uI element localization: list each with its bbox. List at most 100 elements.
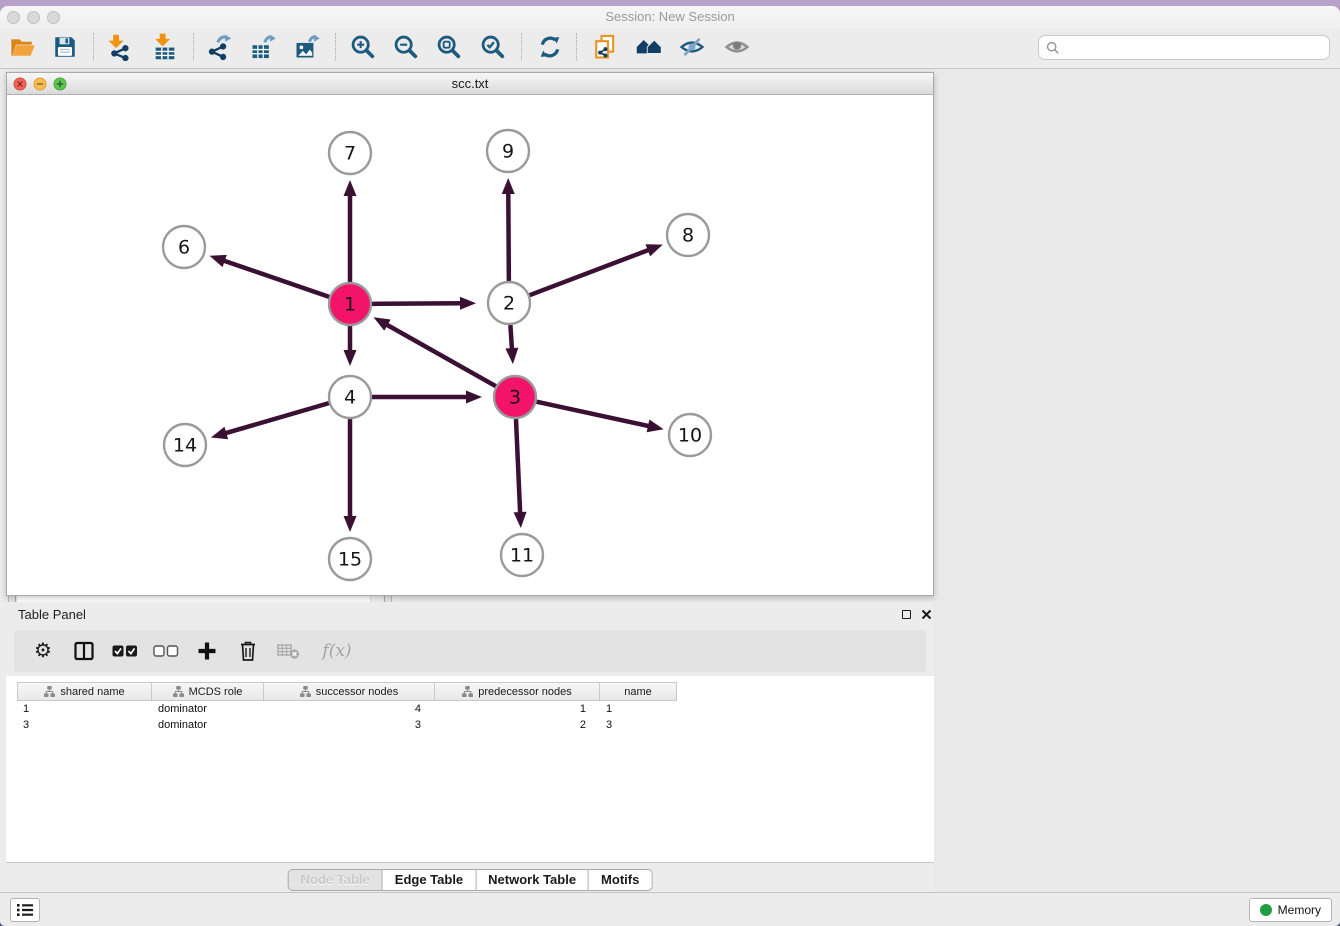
graph-node-7[interactable]: 7 <box>329 132 371 174</box>
search-field[interactable] <box>1038 35 1330 60</box>
hide-selected-icon[interactable] <box>677 32 707 62</box>
graph-edge-4-14[interactable] <box>223 403 328 434</box>
column-header-successor-nodes[interactable]: successor nodes <box>264 682 435 701</box>
graph-node-4[interactable]: 4 <box>329 376 371 418</box>
column-header-shared-name[interactable]: shared name <box>17 682 152 701</box>
table-cell[interactable]: 1 <box>435 701 600 717</box>
svg-text:11: 11 <box>510 545 534 567</box>
import-network-icon[interactable] <box>104 32 134 62</box>
tab-edge-table[interactable]: Edge Table <box>383 869 476 891</box>
main-titlebar: Session: New Session <box>0 6 1340 28</box>
graph-node-10[interactable]: 10 <box>669 414 711 456</box>
table-cell[interactable]: 3 <box>17 717 152 733</box>
toggle-columns-icon[interactable] <box>71 638 97 664</box>
zoom-fit-icon[interactable] <box>434 32 464 62</box>
export-table-icon[interactable] <box>248 32 278 62</box>
column-header-name[interactable]: name <box>600 682 677 701</box>
task-history-button[interactable] <box>10 898 40 922</box>
import-table-icon[interactable] <box>150 32 180 62</box>
column-header-label: successor nodes <box>316 686 399 698</box>
network-canvas[interactable]: 1 2 3 4 6 7 8 9 10 11 14 15 <box>7 95 933 595</box>
graph-edge-2-9[interactable] <box>508 191 509 281</box>
new-network-from-selection-icon[interactable] <box>590 32 620 62</box>
select-all-rows-icon[interactable] <box>112 638 138 664</box>
table-row[interactable]: 3dominator323 <box>17 717 677 733</box>
export-network-icon[interactable] <box>204 32 234 62</box>
tab-motifs[interactable]: Motifs <box>589 869 652 891</box>
table-cell[interactable]: 3 <box>264 717 435 733</box>
graph-node-3[interactable]: 3 <box>494 376 536 418</box>
graph-edge-1-6[interactable] <box>222 260 329 297</box>
toolbar-separator <box>335 33 336 61</box>
node-table: shared nameMCDS role successor nodes prede… <box>6 676 934 863</box>
graph-node-9[interactable]: 9 <box>487 130 529 172</box>
graph-arrowhead <box>645 244 662 256</box>
graph-node-2[interactable]: 2 <box>488 282 530 324</box>
save-session-icon[interactable] <box>50 32 80 62</box>
table-panel-title: Table Panel <box>18 607 86 622</box>
graph-arrowhead <box>514 512 527 528</box>
table-cell[interactable]: dominator <box>152 701 264 717</box>
delete-columns-icon[interactable] <box>235 638 261 664</box>
column-type-icon <box>44 686 55 697</box>
task-list-icon <box>16 902 34 918</box>
tab-node-table[interactable]: Node Table <box>288 869 383 891</box>
graph-node-1[interactable]: 1 <box>329 283 371 325</box>
graph-edge-2-8[interactable] <box>530 249 651 295</box>
table-cell[interactable]: 1 <box>17 701 152 717</box>
graph-edge-3-11[interactable] <box>516 419 520 515</box>
main-toolbar <box>0 28 1340 69</box>
table-cell[interactable]: 3 <box>600 717 677 733</box>
column-header-MCDS-role[interactable]: MCDS role <box>152 682 264 701</box>
svg-text:14: 14 <box>173 435 197 457</box>
network-graph[interactable]: 1 2 3 4 6 7 8 9 10 11 14 15 <box>7 95 933 596</box>
graph-edge-1-2[interactable] <box>372 303 463 304</box>
graph-node-15[interactable]: 15 <box>329 538 371 580</box>
close-table-panel-icon[interactable] <box>920 608 932 620</box>
export-image-icon[interactable] <box>292 32 322 62</box>
table-cell[interactable]: 4 <box>264 701 435 717</box>
graph-node-6[interactable]: 6 <box>163 226 205 268</box>
zoom-out-icon[interactable] <box>391 32 421 62</box>
table-cell[interactable]: 1 <box>600 701 677 717</box>
graph-edge-2-3[interactable] <box>510 325 512 351</box>
function-builder-icon[interactable]: f(x) <box>317 638 357 664</box>
graph-node-11[interactable]: 11 <box>501 534 543 576</box>
svg-text:6: 6 <box>178 237 190 259</box>
table-row[interactable]: 1dominator411 <box>17 701 677 717</box>
column-header-label: predecessor nodes <box>478 686 572 698</box>
zoom-in-icon[interactable] <box>348 32 378 62</box>
memory-button[interactable]: Memory <box>1249 898 1332 922</box>
open-session-icon[interactable] <box>8 32 38 62</box>
zoom-selected-icon[interactable] <box>478 32 508 62</box>
memory-label: Memory <box>1278 903 1321 917</box>
network-window-title: scc.txt <box>7 76 933 91</box>
delete-table-icon[interactable] <box>276 638 302 664</box>
show-all-icon[interactable] <box>722 32 752 62</box>
status-bar: Memory <box>0 892 1340 926</box>
table-cell[interactable]: dominator <box>152 717 264 733</box>
graph-node-8[interactable]: 8 <box>667 214 709 256</box>
deselect-all-rows-icon[interactable] <box>153 638 179 664</box>
search-input[interactable] <box>1065 40 1322 55</box>
toolbar-separator <box>93 33 94 61</box>
content-area: Control Panel Network Style Select MCDS … <box>0 69 1340 892</box>
toolbar-separator <box>521 33 522 61</box>
create-column-icon[interactable] <box>194 638 220 664</box>
svg-text:10: 10 <box>678 425 702 447</box>
refresh-layout-icon[interactable] <box>535 32 565 62</box>
graph-edge-3-10[interactable] <box>536 402 650 427</box>
graph-edge-3-1[interactable] <box>385 324 496 387</box>
float-table-panel-icon[interactable] <box>900 608 912 620</box>
svg-text:9: 9 <box>502 141 514 163</box>
svg-text:1: 1 <box>344 294 356 316</box>
graph-node-14[interactable]: 14 <box>164 424 206 466</box>
home-layout-icon[interactable] <box>634 32 664 62</box>
column-header-predecessor-nodes[interactable]: predecessor nodes <box>435 682 600 701</box>
window-title: Session: New Session <box>0 9 1340 24</box>
app-window: Session: New Session <box>0 6 1340 926</box>
svg-text:15: 15 <box>338 549 362 571</box>
table-mode-gear-icon[interactable]: ⚙ <box>30 638 56 664</box>
table-cell[interactable]: 2 <box>435 717 600 733</box>
tab-network-table[interactable]: Network Table <box>476 869 589 891</box>
